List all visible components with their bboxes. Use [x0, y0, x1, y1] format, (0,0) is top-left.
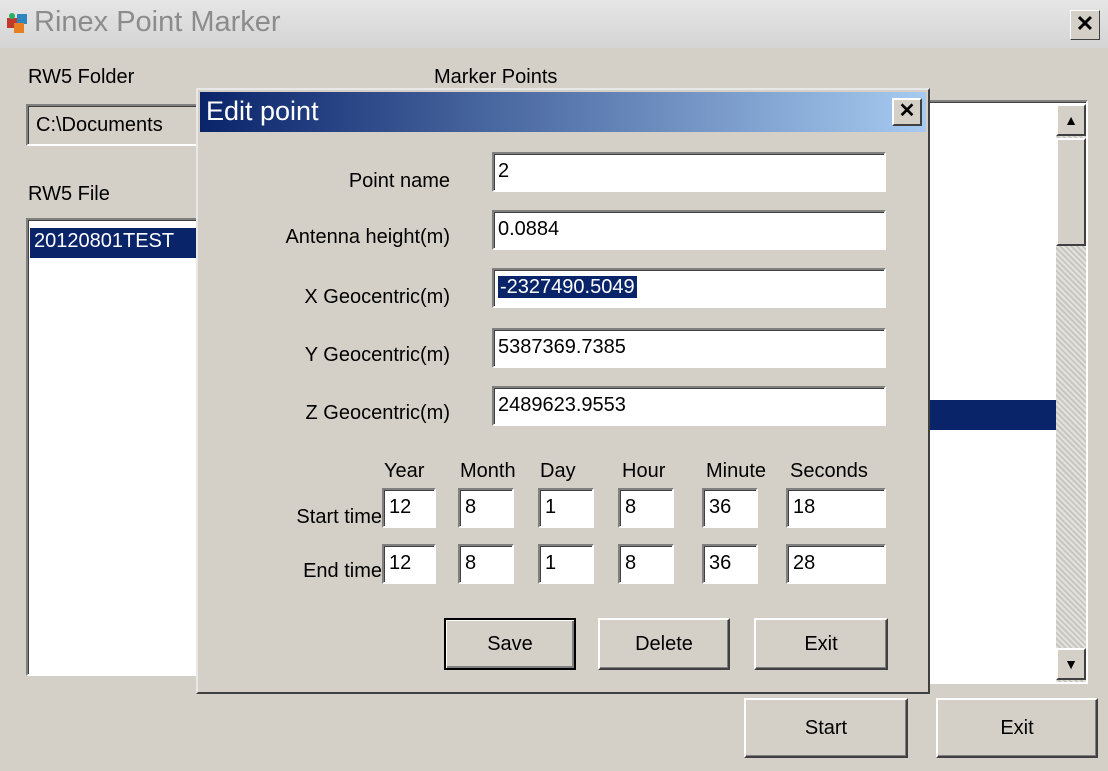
- day-header: Day: [540, 460, 576, 482]
- end-time-label: End time: [303, 560, 382, 582]
- scroll-down-button[interactable]: ▼: [1056, 648, 1086, 680]
- delete-button[interactable]: Delete: [598, 618, 730, 670]
- minute-header: Minute: [706, 460, 767, 482]
- marker-points-list[interactable]: ▲ ▼: [920, 100, 1088, 684]
- point-name-label: Point name: [348, 170, 450, 192]
- save-button[interactable]: Save: [444, 618, 576, 670]
- scroll-up-button[interactable]: ▲: [1056, 104, 1086, 136]
- dialog-close-button[interactable]: ✕: [892, 98, 922, 126]
- rw5-folder-field[interactable]: C:\Documents: [26, 104, 206, 146]
- x-geocentric-label: X Geocentric(m): [304, 286, 450, 308]
- end-seconds-field[interactable]: 28: [786, 544, 886, 584]
- start-minute-field[interactable]: 36: [702, 488, 758, 528]
- scrollbar-thumb[interactable]: [1056, 138, 1086, 246]
- year-header: Year: [384, 460, 425, 482]
- month-header: Month: [460, 460, 516, 482]
- list-item-selected[interactable]: [924, 400, 1056, 430]
- start-day-field[interactable]: 1: [538, 488, 594, 528]
- app-icon: [6, 12, 30, 34]
- end-month-field[interactable]: 8: [458, 544, 514, 584]
- start-seconds-field[interactable]: 18: [786, 488, 886, 528]
- antenna-height-label: Antenna height(m): [285, 226, 450, 248]
- z-geocentric-label: Z Geocentric(m): [305, 402, 450, 424]
- start-button[interactable]: Start: [744, 698, 908, 758]
- y-geocentric-field[interactable]: 5387369.7385: [492, 328, 886, 368]
- main-exit-button[interactable]: Exit: [936, 698, 1098, 758]
- end-year-field[interactable]: 12: [382, 544, 436, 584]
- start-year-field[interactable]: 12: [382, 488, 436, 528]
- end-minute-field[interactable]: 36: [702, 544, 758, 584]
- selected-text: -2327490.5049: [498, 276, 637, 298]
- edit-point-dialog: Edit point ✕ Point name 2 Antenna height…: [196, 88, 930, 694]
- x-geocentric-field[interactable]: -2327490.5049: [492, 268, 886, 308]
- marker-points-label: Marker Points: [434, 66, 558, 88]
- dialog-titlebar: Edit point ✕: [200, 92, 926, 132]
- start-hour-field[interactable]: 8: [618, 488, 674, 528]
- start-month-field[interactable]: 8: [458, 488, 514, 528]
- end-hour-field[interactable]: 8: [618, 544, 674, 584]
- list-item[interactable]: 20120801TEST: [30, 228, 204, 258]
- window-close-button[interactable]: ✕: [1070, 10, 1100, 40]
- rw5-file-label: RW5 File: [28, 183, 110, 205]
- window-title: Rinex Point Marker: [34, 6, 281, 38]
- dialog-title: Edit point: [206, 96, 319, 126]
- start-time-label: Start time: [296, 506, 382, 528]
- end-day-field[interactable]: 1: [538, 544, 594, 584]
- rw5-folder-label: RW5 Folder: [28, 66, 135, 88]
- seconds-header: Seconds: [790, 460, 868, 482]
- antenna-height-field[interactable]: 0.0884: [492, 210, 886, 250]
- z-geocentric-field[interactable]: 2489623.9553: [492, 386, 886, 426]
- y-geocentric-label: Y Geocentric(m): [304, 344, 450, 366]
- dialog-exit-button[interactable]: Exit: [754, 618, 888, 670]
- point-name-field[interactable]: 2: [492, 152, 886, 192]
- hour-header: Hour: [622, 460, 666, 482]
- rw5-file-list[interactable]: 20120801TEST: [26, 218, 206, 676]
